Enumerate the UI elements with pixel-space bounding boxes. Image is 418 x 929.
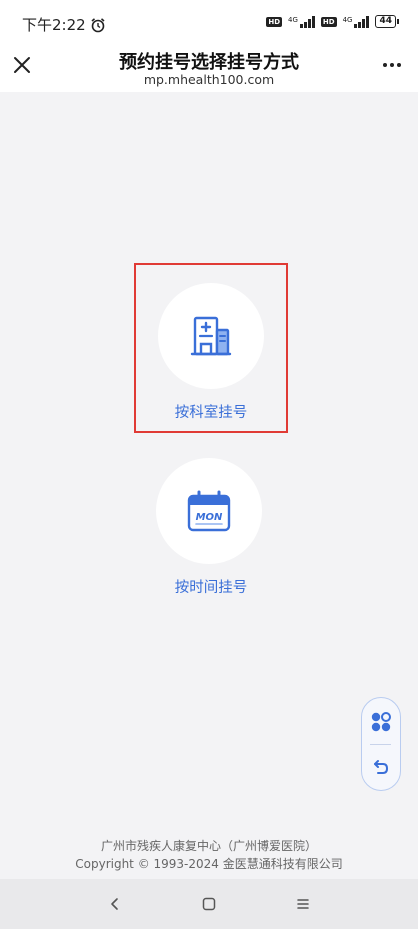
more-dot-icon — [390, 63, 394, 67]
status-time: 下午2:22 — [22, 14, 106, 35]
title-bar: 预约挂号选择挂号方式 mp.mhealth100.com — [0, 40, 418, 92]
hospital-building-icon — [190, 316, 232, 356]
page-title: 预约挂号选择挂号方式 — [119, 52, 299, 73]
nav-menu-button[interactable] — [290, 891, 316, 917]
widget-divider — [370, 744, 391, 745]
battery-icon: 44 — [375, 15, 399, 28]
nav-back-button[interactable] — [102, 891, 128, 917]
signal-icon-2: 4G — [342, 15, 370, 28]
clock-text: 下午2:22 — [22, 16, 86, 34]
more-menu-button[interactable] — [380, 52, 404, 78]
hd-badge-1: HD — [266, 16, 283, 27]
more-dot-icon — [383, 63, 387, 67]
return-button[interactable] — [362, 750, 399, 784]
menu-lines-icon — [297, 899, 309, 909]
status-bar: 下午2:22 HD 4G HD 4G 44 — [0, 0, 418, 40]
network-type-2: 4G — [342, 15, 353, 24]
footer-copyright: Copyright © 1993-2024 金医慧通科技有限公司 — [75, 857, 343, 871]
calendar-icon: MON — [187, 490, 231, 532]
calendar-text: MON — [196, 512, 223, 523]
alarm-icon — [91, 17, 105, 32]
apps-button[interactable] — [362, 704, 399, 740]
nav-home-button[interactable] — [196, 891, 222, 917]
register-by-time-option[interactable]: MON 按时间挂号 — [134, 450, 288, 600]
apps-grid-icon — [371, 712, 391, 732]
footer-hospital-name: 广州市残疾人康复中心（广州博爱医院） — [100, 839, 317, 853]
system-nav-bar — [0, 879, 418, 929]
hd-badge-2: HD — [320, 16, 337, 27]
more-dot-icon — [397, 63, 401, 67]
status-icons: HD 4G HD 4G 44 — [266, 15, 399, 28]
return-arrow-icon — [373, 760, 388, 774]
department-icon-circle — [158, 283, 264, 389]
register-by-department-label: 按科室挂号 — [174, 405, 248, 421]
time-icon-circle: MON — [156, 458, 262, 564]
signal-icon-1: 4G — [288, 15, 315, 28]
register-by-time-label: 按时间挂号 — [174, 580, 248, 596]
floating-widget — [361, 697, 401, 791]
back-chevron-icon — [111, 898, 118, 910]
page-url: mp.mhealth100.com — [143, 72, 275, 87]
home-square-icon — [202, 897, 216, 911]
network-type-1: 4G — [288, 15, 298, 24]
register-by-department-option[interactable]: 按科室挂号 — [134, 263, 288, 433]
